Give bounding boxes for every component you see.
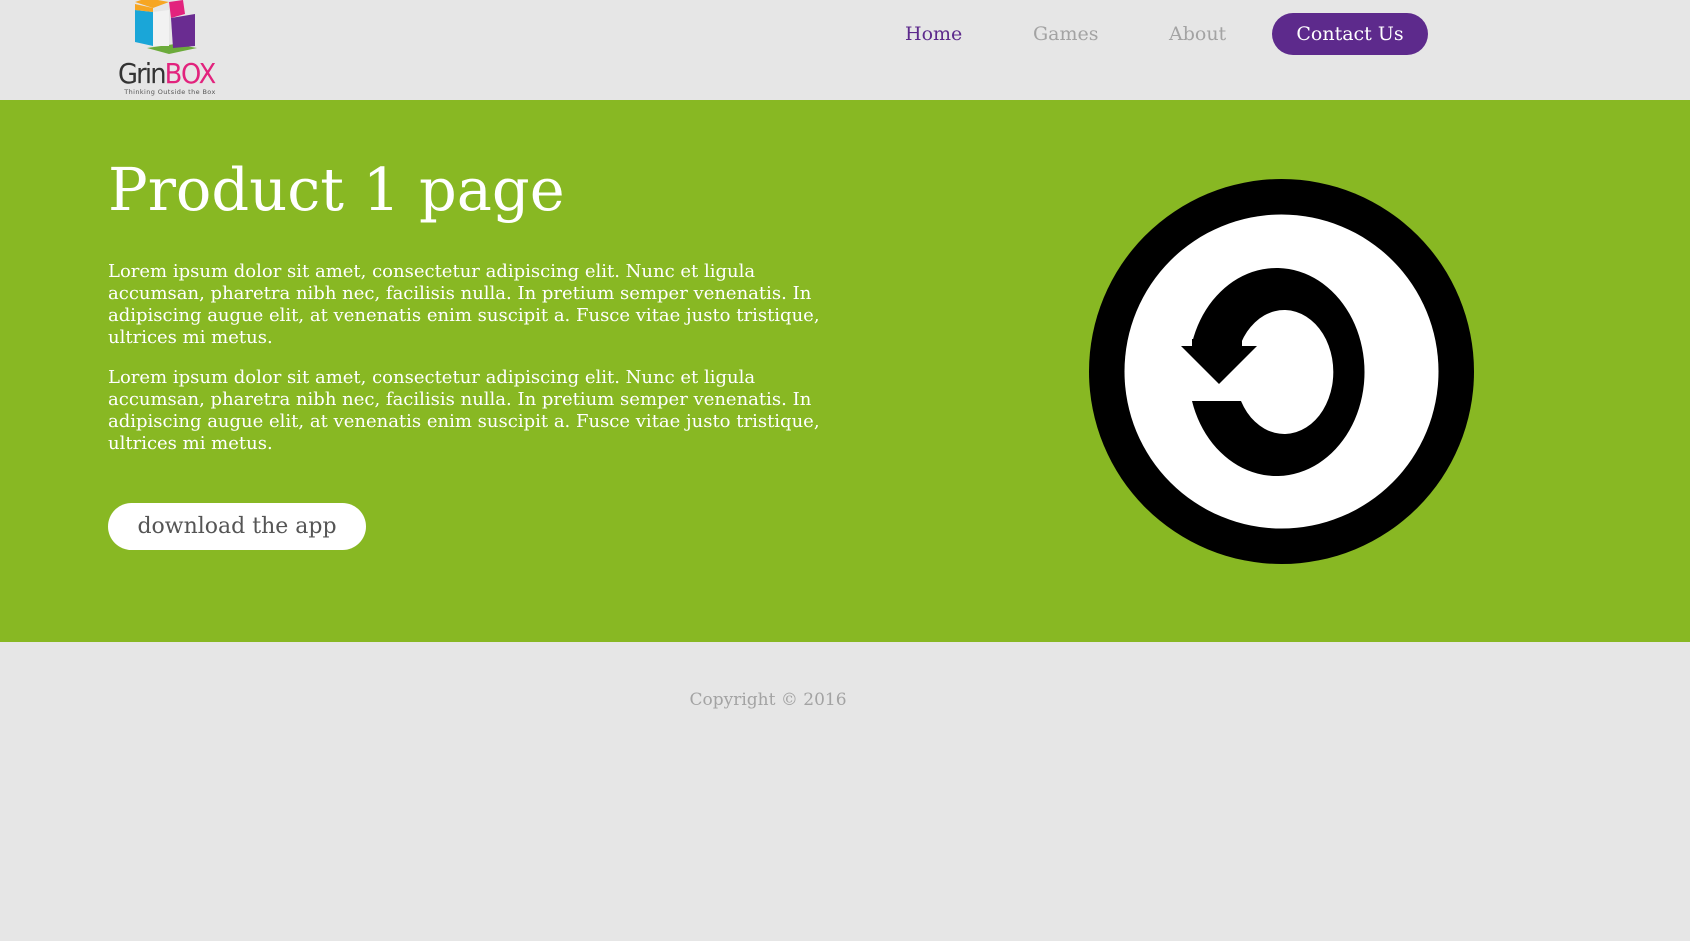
nav-contact-button[interactable]: Contact Us xyxy=(1272,13,1428,55)
cube-logo-icon xyxy=(135,0,197,54)
grinbox-logo[interactable]: GrinBOX Thinking Outside the Box xyxy=(117,0,221,97)
hero-paragraph-1: Lorem ipsum dolor sit amet, consectetur … xyxy=(108,261,820,348)
copyleft-icon xyxy=(1089,179,1474,564)
site-footer: Copyright © 2016 xyxy=(0,642,1690,941)
site-header: GrinBOX Thinking Outside the Box Home Ga… xyxy=(0,0,1690,100)
logo-wordmark: GrinBOX xyxy=(118,57,216,90)
nav-home-link[interactable]: Home xyxy=(905,13,962,55)
nav-about-link[interactable]: About xyxy=(1169,13,1226,55)
logo-wordmark-box: BOX xyxy=(164,57,217,90)
hero-paragraph-2: Lorem ipsum dolor sit amet, consectetur … xyxy=(108,367,820,454)
logo-tagline: Thinking Outside the Box xyxy=(124,88,216,96)
logo-wordmark-grin: Grin xyxy=(118,57,167,90)
nav-games-link[interactable]: Games xyxy=(1033,13,1099,55)
copyright-text: Copyright © 2016 xyxy=(689,690,847,710)
hero-section: Product 1 page Lorem ipsum dolor sit ame… xyxy=(0,100,1690,642)
page-title: Product 1 page xyxy=(108,155,565,224)
download-app-button[interactable]: download the app xyxy=(108,503,366,550)
